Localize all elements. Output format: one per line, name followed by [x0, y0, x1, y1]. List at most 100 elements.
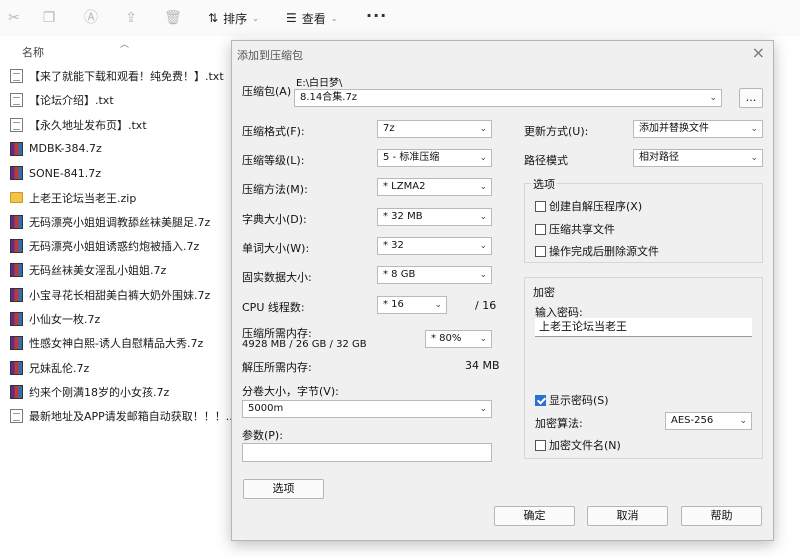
- chevron-down-icon: ⌄: [479, 404, 487, 414]
- chevron-down-icon: ⌄: [750, 153, 758, 163]
- sort-label: 排序: [223, 11, 248, 26]
- chevron-down-icon: ⌄: [750, 124, 758, 134]
- help-button[interactable]: 帮助: [681, 506, 762, 526]
- word-combo[interactable]: * 32 ⌄: [377, 237, 492, 255]
- format-value: 7z: [383, 123, 395, 134]
- enc-method-combo[interactable]: AES-256 ⌄: [665, 412, 752, 430]
- solid-combo[interactable]: * 8 GB ⌄: [377, 266, 492, 284]
- file-name: 小宝寻花长相甜美白裤大奶外围妹.7z: [29, 288, 211, 302]
- text-file-icon: [10, 69, 23, 83]
- archive-name-combo[interactable]: 8.14合集.7z ⌄: [294, 89, 722, 107]
- file-row[interactable]: 【永久地址发布页】.txt: [10, 115, 147, 135]
- level-combo[interactable]: 5 - 标准压缩 ⌄: [377, 149, 492, 167]
- sort-up-icon: ︿: [120, 40, 130, 50]
- options-group: 选项 创建自解压程序(X) 压缩共享文件 操作完成后删除源文件: [524, 176, 763, 263]
- view-label: 查看: [301, 11, 326, 26]
- archive-name-value: 8.14合集.7z: [300, 92, 358, 103]
- delete-icon[interactable]: 🗑: [164, 9, 182, 27]
- file-row[interactable]: SONE-841.7z: [10, 163, 101, 183]
- archive-file-icon: [10, 360, 23, 375]
- file-row[interactable]: 【论坛介绍】.txt: [10, 90, 114, 110]
- sort-button[interactable]: ⇅ 排序 ⌄: [208, 8, 259, 28]
- file-row[interactable]: 兄妹乱伦.7z: [10, 358, 89, 378]
- file-name: 小仙女一枚.7z: [29, 313, 101, 326]
- params-input[interactable]: [242, 443, 492, 462]
- enc-names-checkbox[interactable]: 加密文件名(N): [535, 437, 621, 453]
- file-row[interactable]: 无码丝袜美女淫乱小姐姐.7z: [10, 260, 166, 280]
- chevron-down-icon: ⌄: [479, 334, 487, 344]
- checkbox-icon: [535, 245, 546, 257]
- archive-file-icon: [10, 312, 23, 326]
- update-combo[interactable]: 添加并替换文件 ⌄: [633, 120, 763, 138]
- enc-names-label: 加密文件名(N): [549, 439, 621, 452]
- column-name[interactable]: 名称: [22, 44, 44, 60]
- opt-shared-checkbox[interactable]: 压缩共享文件: [535, 221, 615, 237]
- share-icon[interactable]: ⇪: [122, 9, 140, 27]
- encryption-group-title: 加密: [531, 284, 557, 300]
- chevron-down-icon: ⌄: [709, 93, 717, 103]
- path-combo[interactable]: 相对路径 ⌄: [633, 149, 763, 167]
- mem-percent-combo[interactable]: * 80% ⌄: [425, 330, 492, 348]
- file-row[interactable]: 小宝寻花长相甜美白裤大奶外围妹.7z: [10, 285, 210, 305]
- archive-file-icon: [10, 384, 23, 399]
- file-row[interactable]: 无码漂亮小姐姐调教舔丝袜美腿足.7z: [10, 212, 210, 232]
- checkbox-icon: [535, 223, 546, 235]
- archive-file-icon: [10, 166, 23, 181]
- mem-percent-value: * 80%: [431, 333, 462, 344]
- dict-label: 字典大小(D):: [242, 213, 307, 226]
- dialog-title: 添加到压缩包: [237, 49, 303, 62]
- opt-sfx-label: 创建自解压程序(X): [549, 200, 643, 213]
- file-row[interactable]: 小仙女一枚.7z: [10, 309, 100, 329]
- rename-icon[interactable]: Ⓐ: [82, 9, 100, 27]
- archive-dir: E:\白日梦\: [296, 78, 343, 89]
- format-combo[interactable]: 7z ⌄: [377, 120, 492, 138]
- solid-label: 固实数据大小:: [242, 271, 312, 284]
- more-icon[interactable]: ···: [366, 6, 387, 25]
- archive-file-icon: [10, 287, 23, 302]
- split-label: 分卷大小，字节(V):: [242, 385, 339, 398]
- file-row[interactable]: 最新地址及APP请发邮箱自动获取！！！....: [10, 406, 240, 426]
- enc-method-label: 加密算法:: [535, 417, 583, 430]
- show-password-checkbox[interactable]: 显示密码(S): [535, 392, 609, 408]
- archive-file-icon: [10, 336, 23, 351]
- method-label: 压缩方法(M):: [242, 183, 308, 196]
- mem-decomp-label: 解压所需内存:: [242, 361, 312, 374]
- dict-value: * 32 MB: [383, 211, 423, 222]
- cut-icon[interactable]: ✂: [5, 9, 23, 27]
- file-name: MDBK-384.7z: [29, 142, 102, 156]
- cpu-combo[interactable]: * 16 ⌄: [377, 296, 447, 314]
- chevron-down-icon: ⌄: [479, 124, 487, 134]
- opt-sfx-checkbox[interactable]: 创建自解压程序(X): [535, 198, 642, 214]
- column-header: 名称 ︿: [0, 36, 230, 62]
- file-row[interactable]: MDBK-384.7z: [10, 139, 102, 159]
- split-combo[interactable]: 5000m ⌄: [242, 400, 492, 418]
- browse-button[interactable]: ...: [739, 88, 763, 108]
- method-combo[interactable]: * LZMA2 ⌄: [377, 178, 492, 196]
- view-button[interactable]: ☰ 查看 ⌄: [286, 8, 337, 28]
- chevron-down-icon: ⌄: [479, 241, 487, 251]
- cpu-label: CPU 线程数:: [242, 301, 305, 314]
- file-row[interactable]: 约来个刚满18岁的小女孩.7z: [10, 382, 169, 402]
- params-label: 参数(P):: [242, 429, 283, 442]
- chevron-down-icon: ⌄: [479, 182, 487, 192]
- mem-comp-value: 4928 MB / 26 GB / 32 GB: [242, 339, 367, 350]
- password-input[interactable]: 上老王论坛当老王: [535, 318, 752, 337]
- add-to-archive-dialog: 添加到压缩包 × 压缩包(A) E:\白日梦\ 8.14合集.7z ⌄ ... …: [231, 40, 774, 541]
- path-value: 相对路径: [639, 152, 679, 163]
- file-name: 约来个刚满18岁的小女孩.7z: [29, 385, 170, 399]
- file-row[interactable]: 无码漂亮小姐姐诱惑约炮被插入.7z: [10, 236, 199, 256]
- file-row[interactable]: 性感女神白熙-诱人自慰精品大秀.7z: [10, 333, 203, 353]
- encryption-group: 加密 输入密码: 上老王论坛当老王 显示密码(S) 加密算法: AES-256 …: [524, 277, 763, 459]
- copy-icon[interactable]: ❐: [40, 9, 58, 27]
- solid-value: * 8 GB: [383, 269, 416, 280]
- file-row[interactable]: 【来了就能下载和观看！纯免费！】.txt: [10, 66, 224, 86]
- cpu-total: / 16: [475, 299, 497, 312]
- close-icon[interactable]: ×: [752, 43, 765, 62]
- cancel-button[interactable]: 取消: [587, 506, 668, 526]
- opt-delete-checkbox[interactable]: 操作完成后删除源文件: [535, 243, 659, 259]
- enc-method-value: AES-256: [671, 415, 714, 426]
- file-row[interactable]: 上老王论坛当老王.zip: [10, 188, 136, 208]
- ok-button[interactable]: 确定: [494, 506, 575, 526]
- options-button[interactable]: 选项: [243, 479, 324, 499]
- dict-combo[interactable]: * 32 MB ⌄: [377, 208, 492, 226]
